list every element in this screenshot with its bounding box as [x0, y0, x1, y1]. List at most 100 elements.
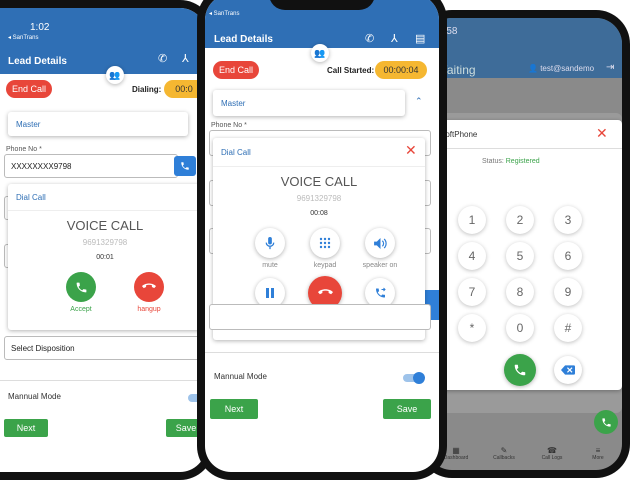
keypad-label: keypad [313, 262, 337, 269]
keypad-icon [319, 237, 331, 249]
call-number: 9691329798 [296, 194, 342, 203]
backspace-button[interactable] [554, 356, 582, 384]
master-section[interactable]: Master [213, 90, 405, 116]
hangup-label: hangup [137, 306, 161, 313]
menu-icon: ≡ [595, 446, 601, 455]
master-label: Master [221, 99, 246, 108]
softphone-dialog: SoftPhone ✕ Status: Registered 1 2 3 4 5… [436, 120, 622, 390]
master-label: Master [16, 120, 41, 129]
nav-more[interactable]: ≡ More [576, 446, 620, 461]
dialing-label: Dialing: [132, 85, 162, 94]
next-button[interactable]: Next [210, 399, 258, 419]
callbacks-icon: ✎ [500, 446, 508, 455]
key-3[interactable]: 3 [554, 206, 582, 234]
manual-mode-label: Mannual Mode [8, 392, 61, 401]
microphone-icon [265, 236, 275, 249]
left-screen: 1:02 ◂ SanTrans Lead Details ✆ ⅄ 👥 End C… [0, 8, 206, 472]
manual-mode-toggle[interactable] [403, 372, 425, 384]
call-icon[interactable]: ✆ [158, 52, 167, 65]
divider [0, 380, 206, 381]
dial-call-title: Dial Call [16, 193, 46, 202]
key-8[interactable]: 8 [506, 278, 534, 306]
accept-label: Accept [70, 306, 92, 313]
save-button[interactable]: Save [383, 399, 431, 419]
phone-icon [181, 162, 189, 170]
merge-icon[interactable]: ⅄ [391, 32, 398, 45]
phone-label: Phone No * [6, 146, 42, 153]
right-phone: 2:58 Waiting 👤 test@sandemo ⇥ SoftPhone … [418, 10, 630, 478]
logout-icon[interactable]: ⇥ [606, 62, 614, 73]
dial-phone-button[interactable] [174, 156, 196, 176]
avatar: 👥 [106, 66, 124, 84]
hangup-button[interactable] [134, 272, 164, 302]
end-call-button[interactable]: End Call [6, 80, 52, 98]
call-number: 9691329798 [82, 238, 128, 247]
avatar: 👥 [311, 44, 329, 62]
pause-icon [266, 288, 274, 298]
bottom-nav: ▦ Dashboard ✎ Callbacks ☎ Call Logs ≡ More [426, 446, 622, 470]
key-5[interactable]: 5 [506, 242, 534, 270]
nav-dashboard-label: Dashboard [443, 455, 469, 461]
key-2[interactable]: 2 [506, 206, 534, 234]
speaker-button[interactable] [365, 228, 395, 258]
disposition-select[interactable]: Select Disposition [4, 336, 206, 360]
key-1[interactable]: 1 [458, 206, 486, 234]
chevron-up-icon[interactable]: ⌃ [415, 96, 423, 107]
key-9[interactable]: 9 [554, 278, 582, 306]
notch [269, 0, 375, 10]
mute-button[interactable] [255, 228, 285, 258]
dialog-divider [8, 210, 202, 211]
disposition-select[interactable] [209, 304, 431, 330]
nav-callbacks-label: Callbacks [493, 455, 515, 461]
call-timer: 00:01 [96, 254, 114, 261]
phone-label: Phone No * [211, 122, 247, 129]
fab-phone-button[interactable] [594, 410, 618, 434]
dialog-divider [213, 166, 425, 167]
transfer-icon [375, 287, 386, 298]
call-icon[interactable]: ✆ [365, 32, 374, 45]
nav-more-label: More [592, 455, 604, 461]
key-7[interactable]: 7 [458, 278, 486, 306]
status-label: Status: [482, 158, 504, 165]
phone-icon [76, 282, 86, 292]
key-hash[interactable]: # [554, 314, 582, 342]
key-0[interactable]: 0 [506, 314, 534, 342]
speaker-icon [373, 237, 387, 249]
key-4[interactable]: 4 [458, 242, 486, 270]
close-icon[interactable]: ✕ [405, 142, 417, 159]
accept-button[interactable] [66, 272, 96, 302]
key-6[interactable]: 6 [554, 242, 582, 270]
dial-call-dialog: Dial Call VOICE CALL 9691329798 00:01 Ac… [8, 184, 202, 330]
close-icon[interactable]: ✕ [596, 125, 608, 142]
user-name: test@sandemo [540, 64, 595, 73]
phone-icon [514, 364, 526, 376]
phone-field[interactable]: XXXXXXXX9798 [4, 154, 178, 178]
keypad-button[interactable] [310, 228, 340, 258]
merge-icon[interactable]: ⅄ [182, 52, 189, 65]
divider [205, 352, 439, 353]
status-time: 1:02 [30, 22, 50, 33]
call-logs-icon: ☎ [547, 446, 557, 455]
status-value: Registered [505, 158, 540, 165]
backspace-icon [561, 365, 575, 375]
chat-icon[interactable]: ▤ [415, 32, 425, 45]
nav-call-logs[interactable]: ☎ Call Logs [530, 446, 574, 461]
left-phone: 1:02 ◂ SanTrans Lead Details ✆ ⅄ 👥 End C… [0, 0, 214, 480]
nav-callbacks[interactable]: ✎ Callbacks [482, 446, 526, 461]
page-title: Lead Details [214, 34, 273, 45]
master-section[interactable]: Master [8, 112, 188, 136]
right-screen: 2:58 Waiting 👤 test@sandemo ⇥ SoftPhone … [426, 18, 622, 470]
next-button[interactable]: Next [4, 419, 48, 437]
end-call-button[interactable]: End Call [213, 61, 259, 79]
manual-mode-label: Mannual Mode [214, 372, 267, 381]
middle-phone: ◂ SanTrans Lead Details ✆ ⅄ ▤ 👥 End Call… [197, 0, 447, 480]
carrier-label: ◂ SanTrans [8, 35, 39, 41]
call-button[interactable] [504, 354, 536, 386]
carrier-label: ◂ SanTrans [209, 11, 240, 17]
call-started-timer: 00:00:04 [375, 61, 427, 79]
voice-call-title: VOICE CALL [66, 218, 144, 233]
call-started-label: Call Started: [327, 66, 375, 75]
key-star[interactable]: * [458, 314, 486, 342]
hangup-icon [317, 289, 333, 295]
speaker-label: speaker on [362, 262, 398, 269]
